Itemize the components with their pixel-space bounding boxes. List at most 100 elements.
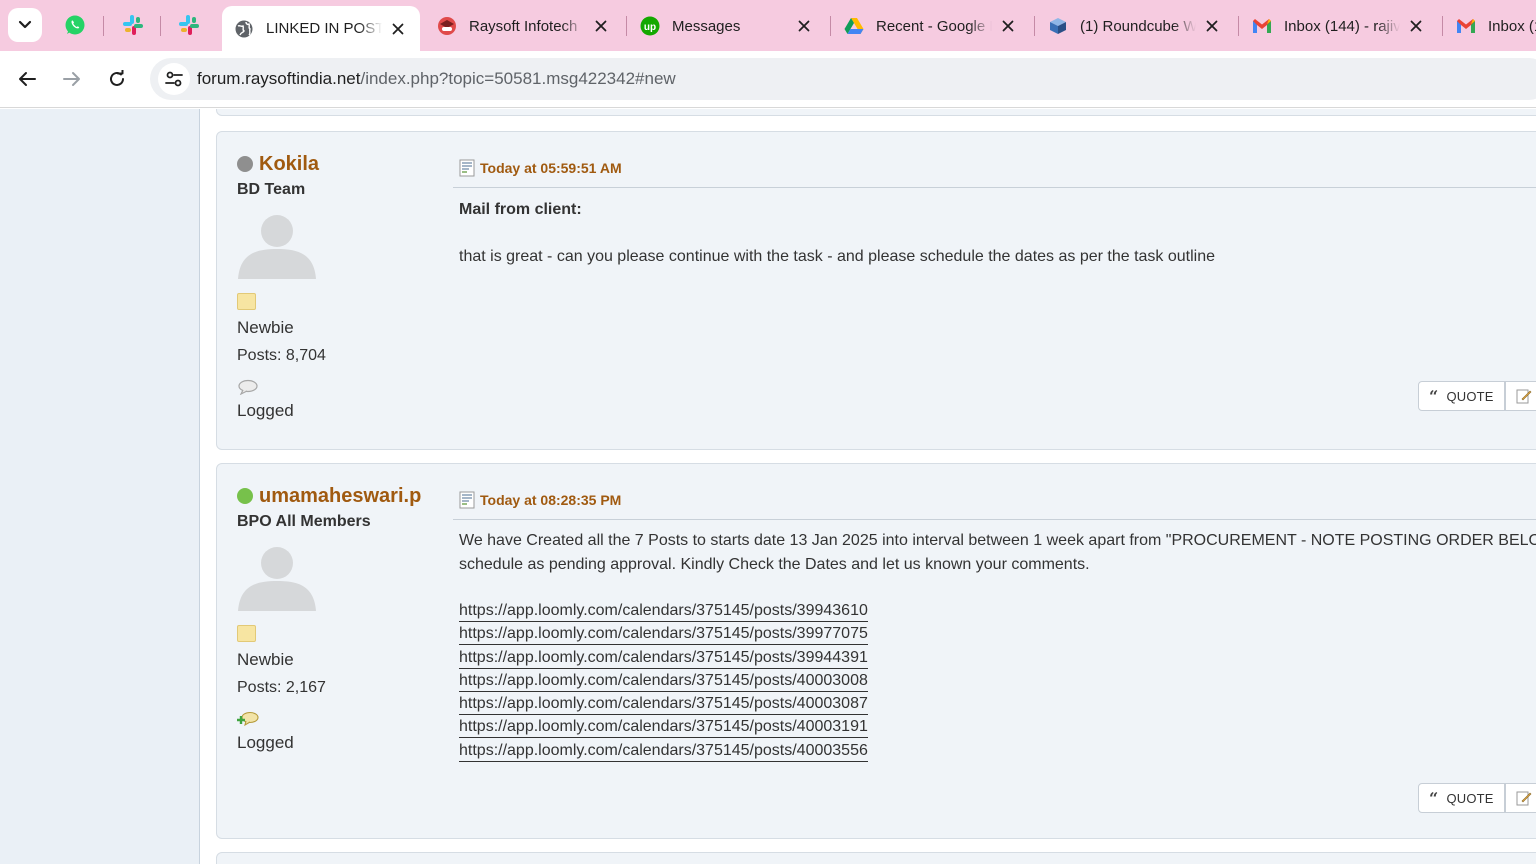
- tab-linked-in-posts[interactable]: LINKED IN POSTS: [222, 6, 420, 51]
- post-text: that is great - can you please continue …: [459, 247, 1216, 265]
- avatar[interactable]: [237, 539, 317, 611]
- upwork-icon: up: [640, 16, 660, 36]
- loomly-post-link[interactable]: https://app.loomly.com/calendars/375145/…: [459, 648, 868, 669]
- send-message-icon[interactable]: [237, 711, 259, 727]
- pinned-tab-slack-1[interactable]: [116, 9, 150, 41]
- arrow-left-icon: [19, 72, 36, 86]
- left-sidebar: [0, 109, 200, 864]
- post-date-link[interactable]: Today at 08:28:35 PM: [480, 492, 621, 508]
- tab-separator: [103, 16, 104, 36]
- chevron-down-icon: [18, 20, 32, 29]
- forward-button[interactable]: [55, 62, 89, 96]
- poster-info: umamaheswari.p BPO All Members Newbie Po…: [237, 484, 437, 753]
- loomly-post-link[interactable]: https://app.loomly.com/calendars/375145/…: [459, 624, 868, 646]
- post-wrapper: umamaheswari.p BPO All Members Newbie Po…: [216, 463, 1536, 839]
- close-icon[interactable]: [1202, 16, 1222, 36]
- poster-name-link[interactable]: Kokila: [259, 153, 319, 176]
- post-divider: [453, 519, 1536, 520]
- raysoft-icon: [437, 16, 457, 36]
- avatar[interactable]: [237, 207, 317, 279]
- google-drive-icon: [844, 16, 864, 36]
- reload-button[interactable]: [100, 62, 134, 96]
- close-icon[interactable]: [1406, 16, 1426, 36]
- quick-edit-button[interactable]: Q: [1504, 381, 1536, 411]
- loomly-post-link[interactable]: https://app.loomly.com/calendars/375145/…: [459, 717, 868, 739]
- tab-title: Raysoft Infotech: [469, 17, 578, 35]
- quick-edit-button[interactable]: Q: [1504, 783, 1536, 813]
- offline-status-icon: [237, 156, 253, 172]
- gmail-icon: [1252, 16, 1272, 36]
- loomly-post-link[interactable]: https://app.loomly.com/calendars/375145/…: [459, 741, 868, 762]
- site-info-button[interactable]: [158, 63, 190, 95]
- tab-title: Recent - Google Drive: [876, 17, 992, 35]
- tab-separator: [160, 16, 161, 36]
- edit-icon: [1516, 389, 1532, 404]
- loomly-post-link[interactable]: https://app.loomly.com/calendars/375145/…: [459, 601, 868, 622]
- post-text-line: schedule as pending approval. Kindly Che…: [459, 555, 1090, 573]
- tab-separator: [1442, 16, 1443, 36]
- rank-star-icon: [237, 625, 256, 642]
- message-bubble-icon[interactable]: [237, 379, 259, 396]
- post-document-icon: [459, 159, 475, 177]
- logged-label: Logged: [237, 733, 294, 752]
- edit-icon: [1516, 791, 1532, 806]
- gmail-icon: [1456, 16, 1476, 36]
- post-actions: “ QUOTE Q: [1418, 381, 1536, 411]
- close-icon[interactable]: [998, 16, 1018, 36]
- post-body: We have Created all the 7 Posts to start…: [457, 529, 1536, 762]
- member-group: BPO All Members: [237, 513, 371, 530]
- tab-raysoft-infotech[interactable]: Raysoft Infotech: [425, 8, 623, 44]
- browser-toolbar: forum.raysoftindia.net/index.php?topic=5…: [0, 51, 1536, 108]
- address-bar[interactable]: forum.raysoftindia.net/index.php?topic=5…: [150, 58, 1536, 100]
- quote-button-label: QUOTE: [1446, 388, 1494, 404]
- member-rank: Newbie: [237, 318, 294, 337]
- post-text-line: We have Created all the 7 Posts to start…: [459, 532, 1536, 549]
- post-wrapper: Kokila BD Team Newbie Posts: 8,704 Logge…: [216, 131, 1536, 450]
- tab-google-drive[interactable]: Recent - Google Drive: [832, 8, 1030, 44]
- post-divider: [453, 187, 1536, 188]
- tab-gmail-inbox-1[interactable]: Inbox (1: [1444, 8, 1536, 44]
- tab-messages[interactable]: up Messages: [628, 8, 826, 44]
- loomly-post-link[interactable]: https://app.loomly.com/calendars/375145/…: [459, 694, 868, 716]
- tab-title: Inbox (1: [1488, 17, 1536, 35]
- url-host: forum.raysoftindia.net: [197, 69, 361, 88]
- tab-search-button[interactable]: [8, 8, 42, 42]
- pinned-tab-slack-2[interactable]: [172, 9, 206, 41]
- slack-icon: [179, 15, 199, 35]
- quote-button-label: QUOTE: [1446, 790, 1494, 806]
- forum-page: Kokila BD Team Newbie Posts: 8,704 Logge…: [0, 109, 1536, 864]
- online-status-icon: [237, 488, 253, 504]
- post-heading: Mail from client:: [459, 201, 582, 218]
- post-count: Posts: 8,704: [237, 347, 326, 364]
- post-count: Posts: 2,167: [237, 679, 326, 696]
- tab-title: Messages: [672, 17, 741, 35]
- member-rank: Newbie: [237, 650, 294, 669]
- tab-separator: [1238, 16, 1239, 36]
- tab-separator: [1034, 16, 1035, 36]
- post-body: Mail from client: that is great - can yo…: [457, 198, 1536, 268]
- logged-label: Logged: [237, 401, 294, 420]
- tab-title: Inbox (144) - rajiv: [1284, 17, 1400, 35]
- member-group: BD Team: [237, 181, 306, 198]
- roundcube-icon: [1048, 16, 1068, 36]
- pinned-tab-whatsapp[interactable]: [58, 9, 92, 41]
- close-icon[interactable]: [794, 16, 814, 36]
- post-date-link[interactable]: Today at 05:59:51 AM: [480, 160, 622, 176]
- url-text[interactable]: forum.raysoftindia.net/index.php?topic=5…: [197, 69, 676, 89]
- close-icon[interactable]: [388, 19, 408, 39]
- quote-button[interactable]: “ QUOTE: [1418, 381, 1505, 411]
- tab-separator: [830, 16, 831, 36]
- poster-name-link[interactable]: umamaheswari.p: [259, 485, 421, 508]
- post-area: Today at 08:28:35 PM We have Created all…: [453, 490, 1536, 762]
- back-button[interactable]: [10, 62, 44, 96]
- tune-icon: [165, 71, 183, 87]
- tab-strip: LINKED IN POSTS Raysoft Infotech up Mess…: [0, 0, 1536, 51]
- close-icon[interactable]: [591, 16, 611, 36]
- loomly-post-link[interactable]: https://app.loomly.com/calendars/375145/…: [459, 671, 868, 692]
- tab-title: (1) Roundcube Webmail: [1080, 17, 1196, 35]
- arrow-right-icon: [63, 72, 80, 86]
- globe-icon: [234, 19, 254, 39]
- quote-button[interactable]: “ QUOTE: [1418, 783, 1505, 813]
- tab-roundcube[interactable]: (1) Roundcube Webmail: [1036, 8, 1234, 44]
- tab-gmail-inbox-144[interactable]: Inbox (144) - rajiv: [1240, 8, 1438, 44]
